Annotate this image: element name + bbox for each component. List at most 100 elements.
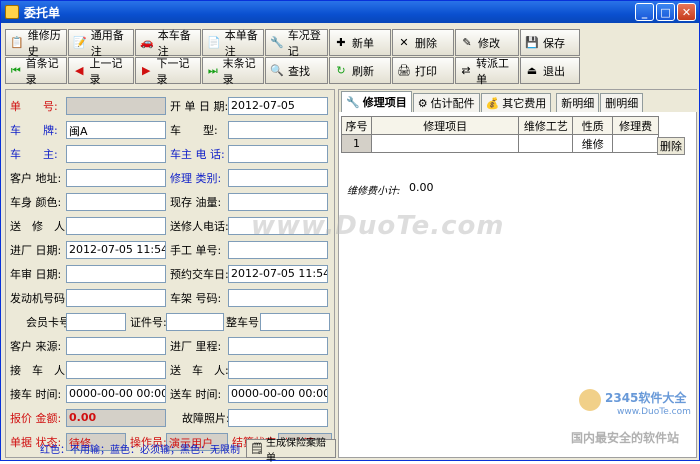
note-icon: 📝 (73, 36, 87, 49)
app-icon (5, 5, 19, 19)
member-field[interactable] (66, 313, 126, 331)
site-logo-watermark: 2345软件大全 www.DuoTe.com 国内最安全的软件站 (571, 383, 699, 455)
col-header: 维修工艺 (518, 116, 574, 135)
deliver-time-label: 送车 时间: (170, 388, 222, 401)
source-field[interactable] (66, 337, 166, 355)
fuel-field[interactable] (228, 193, 328, 211)
binoculars-icon: 🔍 (270, 64, 284, 77)
first-icon: ⏮ (10, 63, 21, 77)
window-title: 委托单 (24, 5, 61, 20)
whole-no-label: 整车号: (226, 316, 263, 329)
new-icon: ✚ (336, 36, 346, 49)
in-date-field[interactable]: 2012-07-05 11:54 (66, 241, 166, 259)
tab-repair-items[interactable]: 🔧 修理项目 (341, 91, 412, 112)
transfer-icon: ⇄ (461, 64, 471, 77)
owner-field[interactable] (66, 145, 166, 163)
close-button[interactable]: ✕ (677, 3, 696, 21)
sender-field[interactable] (66, 217, 166, 235)
color-legend: 红色：不用输；蓝色：必须输；黑色：无限制 (40, 444, 240, 456)
logo-slogan: 国内最安全的软件站 (571, 431, 680, 445)
repair-items-table: 序号 修理项目 维修工艺 性质 修理费 1 维修 (341, 116, 691, 153)
common-note-button[interactable]: 📝 通用备注 (68, 29, 134, 58)
owner-label: 车 主: (10, 148, 58, 161)
repair-type-field[interactable] (228, 169, 328, 187)
refresh-button[interactable]: ↻ 刷新 (329, 57, 391, 84)
in-date-label: 进厂 日期: (10, 244, 62, 257)
mileage-field[interactable] (228, 337, 328, 355)
col-header: 序号 (341, 116, 372, 135)
refresh-icon: ↻ (336, 64, 346, 77)
toolbar-row1: 📋 维修历史 📝 通用备注 🚗 本车备注 📄 本单备注 🔧 车况登记 ✚ 新单 ✕ 删除 ✎ 修… (5, 29, 657, 58)
delete-button[interactable]: ✕ 删除 (392, 29, 454, 56)
owner-phone-field[interactable] (228, 145, 328, 163)
toolbar-row2: ⏮ 首条记录 ◀ 上一记录 ▶ 下一记录 ⏭ 末条记录 🔍 查找 ↻ 刷新 🖨 打印 ⇄ 转派工… (5, 57, 657, 86)
row-delete-button[interactable]: 删除 (657, 137, 685, 155)
logo-url: www.DuoTe.com (617, 407, 691, 417)
deliverer-field[interactable] (228, 361, 328, 379)
history-icon: 📋 (10, 36, 24, 49)
edit-button[interactable]: ✎ 修改 (455, 29, 519, 56)
engine-label: 发动机号码: (10, 292, 69, 305)
exit-button[interactable]: ⏏ 退出 (520, 57, 580, 84)
save-button[interactable]: 💾 保存 (520, 29, 580, 56)
nature-cell[interactable]: 维修 (572, 134, 614, 153)
pencil-icon: ✎ (462, 36, 472, 49)
order-note-button[interactable]: 📄 本单备注 (202, 29, 264, 58)
last-record-button[interactable]: ⏭ 末条记录 (202, 57, 264, 86)
address-field[interactable] (66, 169, 166, 187)
deliver-time-field[interactable]: 0000-00-00 00:00 (228, 385, 328, 403)
tab-other-fees[interactable]: 💰 其它费用 (480, 93, 552, 112)
col-header: 修理项目 (370, 116, 520, 135)
model-field[interactable] (228, 121, 328, 139)
fee-cell[interactable] (612, 134, 660, 153)
whole-no-field[interactable] (260, 313, 330, 331)
entry-date-label: 开 单 日 期: (170, 100, 229, 113)
document-icon: 📄 (207, 36, 221, 49)
entry-date-field[interactable]: 2012-07-05 (228, 97, 328, 115)
watermark-text: www.DuoTe.com (251, 211, 505, 241)
tab-parts[interactable]: ⚙ 估计配件 (412, 93, 480, 112)
printer-icon: 🖨 (397, 64, 411, 77)
plate-field[interactable]: 闽A (66, 121, 166, 139)
title-bar: 委托单 _ □ ✕ (1, 1, 699, 23)
print-button[interactable]: 🖨 打印 (392, 57, 454, 84)
address-label: 客户 地址: (10, 172, 62, 185)
vin-field[interactable] (228, 289, 328, 307)
table-row[interactable]: 1 维修 (341, 134, 691, 153)
photo-field[interactable] (228, 409, 328, 427)
new-order-button[interactable]: ✚ 新单 (329, 29, 391, 56)
maximize-button[interactable]: □ (656, 3, 675, 21)
manual-no-field[interactable] (228, 241, 328, 259)
receiver-field[interactable] (66, 361, 166, 379)
receive-time-field[interactable]: 0000-00-00 00:00 (66, 385, 166, 403)
first-record-button[interactable]: ⏮ 首条记录 (5, 57, 67, 86)
new-detail-button[interactable]: 新明细 (556, 93, 600, 112)
order-no-field (66, 97, 166, 115)
col-header: 修理费 (612, 116, 660, 135)
parts-icon: ⚙ (417, 96, 428, 110)
next-record-button[interactable]: ▶ 下一记录 (135, 57, 201, 86)
craft-cell[interactable] (518, 134, 574, 153)
repair-item-cell[interactable] (370, 134, 520, 153)
arrow-left-icon: ◀ (75, 64, 84, 77)
generate-insurance-claim-button[interactable]: 🗒 生成保险案赔单 (246, 438, 336, 464)
vehicle-note-button[interactable]: 🚗 本车备注 (135, 29, 201, 58)
color-field[interactable] (66, 193, 166, 211)
delete-detail-button[interactable]: 删明细 (600, 93, 644, 112)
quote-label: 报价 金额: (10, 412, 62, 425)
order-no-label: 单 号: (10, 100, 58, 113)
fuel-label: 现存 油量: (170, 196, 222, 209)
id-field[interactable] (166, 313, 224, 331)
repair-icon: 🔧 (346, 95, 360, 109)
repair-history-button[interactable]: 📋 维修历史 (5, 29, 67, 58)
pickup-date-field[interactable]: 2012-07-05 11:54 (228, 265, 328, 283)
inspect-date-field[interactable] (66, 265, 166, 283)
vehicle-condition-button[interactable]: 🔧 车况登记 (265, 29, 328, 58)
arrow-right-icon: ▶ (142, 64, 151, 77)
photo-label: 故障照片: (182, 412, 230, 425)
transfer-order-button[interactable]: ⇄ 转派工单 (455, 57, 519, 86)
engine-field[interactable] (66, 289, 166, 307)
minimize-button[interactable]: _ (635, 3, 654, 21)
prev-record-button[interactable]: ◀ 上一记录 (68, 57, 134, 86)
find-button[interactable]: 🔍 查找 (265, 57, 328, 84)
